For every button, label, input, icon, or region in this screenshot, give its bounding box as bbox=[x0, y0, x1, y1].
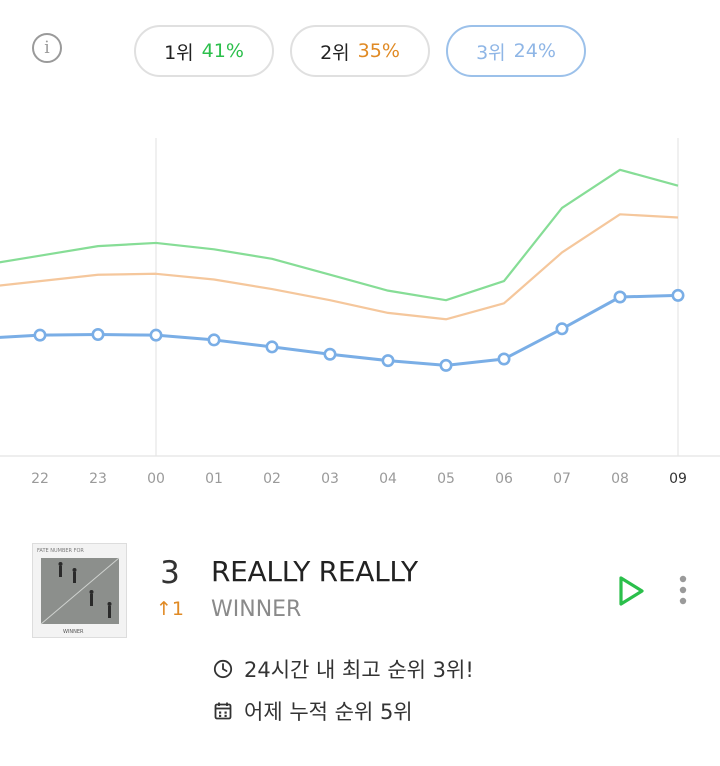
data-point bbox=[149, 328, 163, 342]
rank-pill-3[interactable]: 3위 24% bbox=[446, 25, 586, 77]
x-tick-label: 04 bbox=[379, 471, 397, 487]
x-tick-label: 08 bbox=[611, 471, 629, 487]
data-point bbox=[613, 290, 627, 304]
x-tick-label: 09 bbox=[669, 471, 687, 487]
yesterday-rank-text: 어제 누적 순위 5위 bbox=[244, 700, 413, 724]
data-point bbox=[207, 333, 221, 347]
best-rank-text: 24시간 내 최고 순위 3위! bbox=[244, 658, 474, 682]
x-tick-label: 01 bbox=[205, 471, 223, 487]
song-title[interactable]: REALLY REALLY bbox=[211, 555, 418, 588]
data-point bbox=[91, 328, 105, 342]
series-line-2 bbox=[0, 213, 679, 321]
rank-pill-label: 3위 bbox=[476, 41, 506, 64]
series-line-1 bbox=[0, 168, 679, 302]
more-options-button[interactable] bbox=[674, 573, 692, 609]
play-icon bbox=[619, 576, 644, 606]
calendar-icon bbox=[213, 701, 233, 721]
song-row[interactable]: FATE NUMBER FOR WINNER 3 ↑1 REALLY REALL… bbox=[0, 535, 720, 765]
album-cover-text: FATE NUMBER FOR bbox=[37, 548, 84, 554]
x-tick-label: 02 bbox=[263, 471, 281, 487]
rank-pill-1[interactable]: 1위 41% bbox=[134, 25, 274, 77]
rank-pill-2[interactable]: 2위 35% bbox=[290, 25, 430, 77]
more-vertical-icon bbox=[679, 575, 687, 605]
data-point bbox=[555, 322, 569, 336]
artist-name[interactable]: WINNER bbox=[211, 597, 301, 622]
data-point bbox=[497, 352, 511, 366]
album-cover[interactable]: FATE NUMBER FOR WINNER bbox=[32, 543, 127, 638]
x-tick-label: 05 bbox=[437, 471, 455, 487]
x-tick-label: 07 bbox=[553, 471, 571, 487]
data-point bbox=[671, 288, 685, 302]
rank-change: ↑1 bbox=[155, 598, 184, 620]
best-rank-info: 24시간 내 최고 순위 3위! bbox=[213, 654, 474, 684]
x-tick-label: 22 bbox=[31, 471, 49, 487]
rank-share-chart: 22 23 00 01 02 03 04 05 06 07 08 09 bbox=[0, 138, 720, 487]
x-tick-label: 03 bbox=[321, 471, 339, 487]
rank-pill-value: 35% bbox=[357, 40, 400, 62]
rank-pill-label: 2위 bbox=[320, 41, 350, 64]
x-tick-label: 06 bbox=[495, 471, 513, 487]
info-button[interactable]: i bbox=[32, 33, 62, 63]
album-cover-brand: WINNER bbox=[63, 629, 84, 635]
current-rank: 3 bbox=[160, 555, 180, 591]
yesterday-rank-info: 어제 누적 순위 5위 bbox=[213, 696, 413, 726]
data-point bbox=[439, 358, 453, 372]
data-point bbox=[381, 354, 395, 368]
data-point bbox=[265, 340, 279, 354]
rank-pill-value: 41% bbox=[201, 40, 244, 62]
x-tick-label: 23 bbox=[89, 471, 107, 487]
clock-icon bbox=[213, 659, 233, 679]
data-point bbox=[323, 347, 337, 361]
x-tick-label: 00 bbox=[147, 471, 165, 487]
play-button[interactable] bbox=[614, 573, 648, 609]
rank-pill-label: 1위 bbox=[164, 41, 194, 64]
rank-pill-value: 24% bbox=[513, 40, 556, 62]
info-icon: i bbox=[44, 38, 50, 58]
data-point bbox=[33, 328, 47, 342]
